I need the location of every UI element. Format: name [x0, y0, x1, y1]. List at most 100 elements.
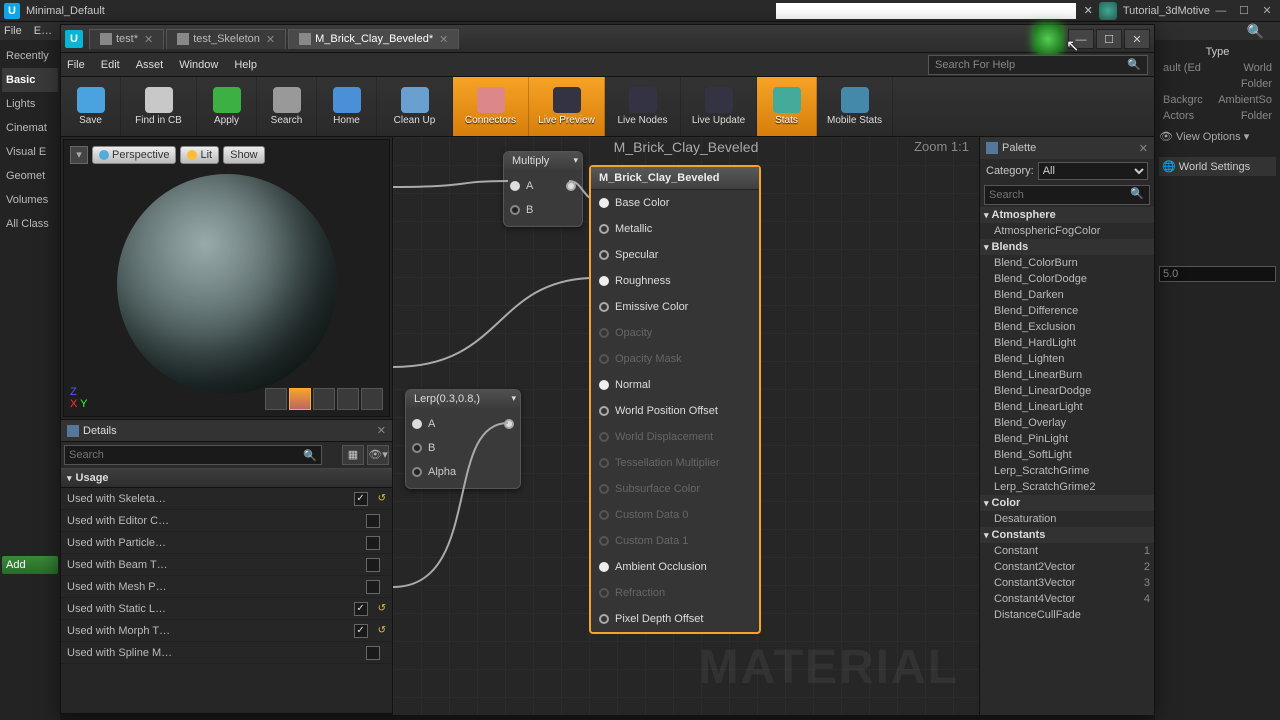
outliner-row[interactable]: ault (EdWorld: [1159, 60, 1276, 76]
toolbar-live-nodes-button[interactable]: Live Nodes: [605, 77, 681, 136]
menu-item[interactable]: File: [67, 59, 85, 71]
material-input-pin[interactable]: Emissive Color: [591, 294, 759, 320]
palette-category[interactable]: Constants: [980, 527, 1154, 543]
outer-menu-edit[interactable]: E…: [34, 25, 52, 37]
add-new-button[interactable]: Add: [2, 556, 58, 574]
details-matrix-icon[interactable]: ▦: [342, 445, 364, 465]
material-input-pin[interactable]: Pixel Depth Offset: [591, 606, 759, 632]
pin-icon[interactable]: [599, 484, 609, 494]
usage-category-header[interactable]: Usage: [61, 468, 392, 488]
toolbar-live-update-button[interactable]: Live Update: [681, 77, 757, 136]
lit-button[interactable]: Lit: [180, 146, 219, 164]
palette-item[interactable]: Blend_Lighten: [980, 351, 1154, 367]
palette-item[interactable]: Lerp_ScratchGrime: [980, 463, 1154, 479]
material-input-pin[interactable]: Base Color: [591, 190, 759, 216]
pin-icon[interactable]: [599, 510, 609, 520]
palette-item[interactable]: Blend_Difference: [980, 303, 1154, 319]
inner-close-icon[interactable]: ✕: [1124, 29, 1150, 49]
palette-item[interactable]: Constant2Vector2: [980, 559, 1154, 575]
modes-category[interactable]: Volumes: [2, 188, 58, 212]
pin-icon[interactable]: [599, 354, 609, 364]
outer-search-field[interactable]: [776, 3, 1076, 19]
palette-category[interactable]: Atmosphere: [980, 207, 1154, 223]
palette-item[interactable]: Lerp_ScratchGrime2: [980, 479, 1154, 495]
toolbar-live-preview-button[interactable]: Live Preview: [529, 77, 605, 136]
pin-icon[interactable]: [510, 205, 520, 215]
material-preview-viewport[interactable]: ▾ Perspective Lit Show ZX Y: [63, 139, 390, 417]
pin-icon[interactable]: [599, 614, 609, 624]
pin-icon[interactable]: [599, 432, 609, 442]
toolbar-clean-up-button[interactable]: Clean Up: [377, 77, 453, 136]
show-button[interactable]: Show: [223, 146, 265, 164]
material-input-pin[interactable]: Normal: [591, 372, 759, 398]
palette-item[interactable]: DistanceCullFade: [980, 607, 1154, 623]
modes-category[interactable]: Lights: [2, 92, 58, 116]
pin-icon[interactable]: [599, 250, 609, 260]
tutorial-badge-icon[interactable]: [1099, 2, 1117, 20]
toolbar-mobile-stats-button[interactable]: Mobile Stats: [817, 77, 893, 136]
palette-item[interactable]: Blend_ColorDodge: [980, 271, 1154, 287]
palette-item[interactable]: Blend_Overlay: [980, 415, 1154, 431]
reset-to-default-icon[interactable]: ↺: [378, 625, 386, 636]
property-checkbox[interactable]: [366, 536, 380, 550]
mesh-prim-icon[interactable]: [361, 388, 383, 410]
outer-search-close-icon[interactable]: ✕: [1084, 4, 1093, 17]
palette-item[interactable]: Constant4Vector4: [980, 591, 1154, 607]
modes-category[interactable]: Basic: [2, 68, 58, 92]
modes-category[interactable]: Recently: [2, 44, 58, 68]
pin-out-icon[interactable]: [566, 181, 576, 191]
palette-category[interactable]: Blends: [980, 239, 1154, 255]
material-input-pin[interactable]: Specular: [591, 242, 759, 268]
toolbar-find-in-cb-button[interactable]: Find in CB: [121, 77, 197, 136]
property-checkbox[interactable]: [366, 558, 380, 572]
outliner-row[interactable]: Folder: [1159, 76, 1276, 92]
multiply-node[interactable]: Multiply▾ A B: [503, 151, 583, 227]
palette-item[interactable]: Blend_LinearDodge: [980, 383, 1154, 399]
palette-item[interactable]: Constant1: [980, 543, 1154, 559]
material-graph[interactable]: M_Brick_Clay_Beveled Zoom 1:1 MATERIAL M…: [393, 137, 979, 715]
viewport-options-dropdown[interactable]: ▾: [70, 146, 88, 164]
property-checkbox[interactable]: ✓: [354, 624, 368, 638]
property-checkbox[interactable]: ✓: [354, 602, 368, 616]
outliner-row[interactable]: ActorsFolder: [1159, 108, 1276, 124]
outer-alt-tab[interactable]: Tutorial_3dMotive: [1123, 5, 1210, 17]
modes-category[interactable]: All Class: [2, 212, 58, 236]
palette-item[interactable]: Blend_LinearLight: [980, 399, 1154, 415]
cube-prim-icon[interactable]: [337, 388, 359, 410]
menu-item[interactable]: Asset: [136, 59, 164, 71]
tab-close-icon[interactable]: ✕: [266, 33, 275, 46]
toolbar-search-button[interactable]: Search: [257, 77, 317, 136]
details-tab-label[interactable]: Details: [83, 425, 117, 437]
pin-icon[interactable]: [599, 198, 609, 208]
property-checkbox[interactable]: [366, 580, 380, 594]
pin-icon[interactable]: [599, 562, 609, 572]
modes-category[interactable]: Cinemat: [2, 116, 58, 140]
palette-item[interactable]: Blend_Darken: [980, 287, 1154, 303]
inner-maximize-icon[interactable]: ☐: [1096, 29, 1122, 49]
reset-to-default-icon[interactable]: ↺: [378, 603, 386, 614]
modes-category[interactable]: Visual E: [2, 140, 58, 164]
pin-out-icon[interactable]: [504, 419, 514, 429]
lerp-node[interactable]: Lerp(0.3,0.8,)▾ A B Alpha: [405, 389, 521, 489]
cylinder-prim-icon[interactable]: [265, 388, 287, 410]
minimize-icon[interactable]: —: [1212, 5, 1230, 17]
tab-close-icon[interactable]: ✕: [439, 33, 448, 46]
palette-item[interactable]: AtmosphericFogColor: [980, 223, 1154, 239]
material-input-pin[interactable]: Metallic: [591, 216, 759, 242]
outer-menu-file[interactable]: File: [4, 25, 22, 37]
close-icon[interactable]: ✕: [1258, 4, 1276, 17]
palette-search-input[interactable]: [984, 185, 1150, 205]
menu-item[interactable]: Edit: [101, 59, 120, 71]
pin-icon[interactable]: [599, 458, 609, 468]
perspective-button[interactable]: Perspective: [92, 146, 176, 164]
material-input-pin[interactable]: Ambient Occlusion: [591, 554, 759, 580]
palette-close-icon[interactable]: ✕: [1139, 142, 1148, 155]
property-checkbox[interactable]: [366, 514, 380, 528]
palette-category[interactable]: Color: [980, 495, 1154, 511]
toolbar-stats-button[interactable]: Stats: [757, 77, 817, 136]
editor-tab[interactable]: test_Skeleton✕: [166, 29, 286, 49]
pin-icon[interactable]: [412, 443, 422, 453]
property-checkbox[interactable]: [366, 646, 380, 660]
pin-icon[interactable]: [510, 181, 520, 191]
pin-icon[interactable]: [412, 467, 422, 477]
